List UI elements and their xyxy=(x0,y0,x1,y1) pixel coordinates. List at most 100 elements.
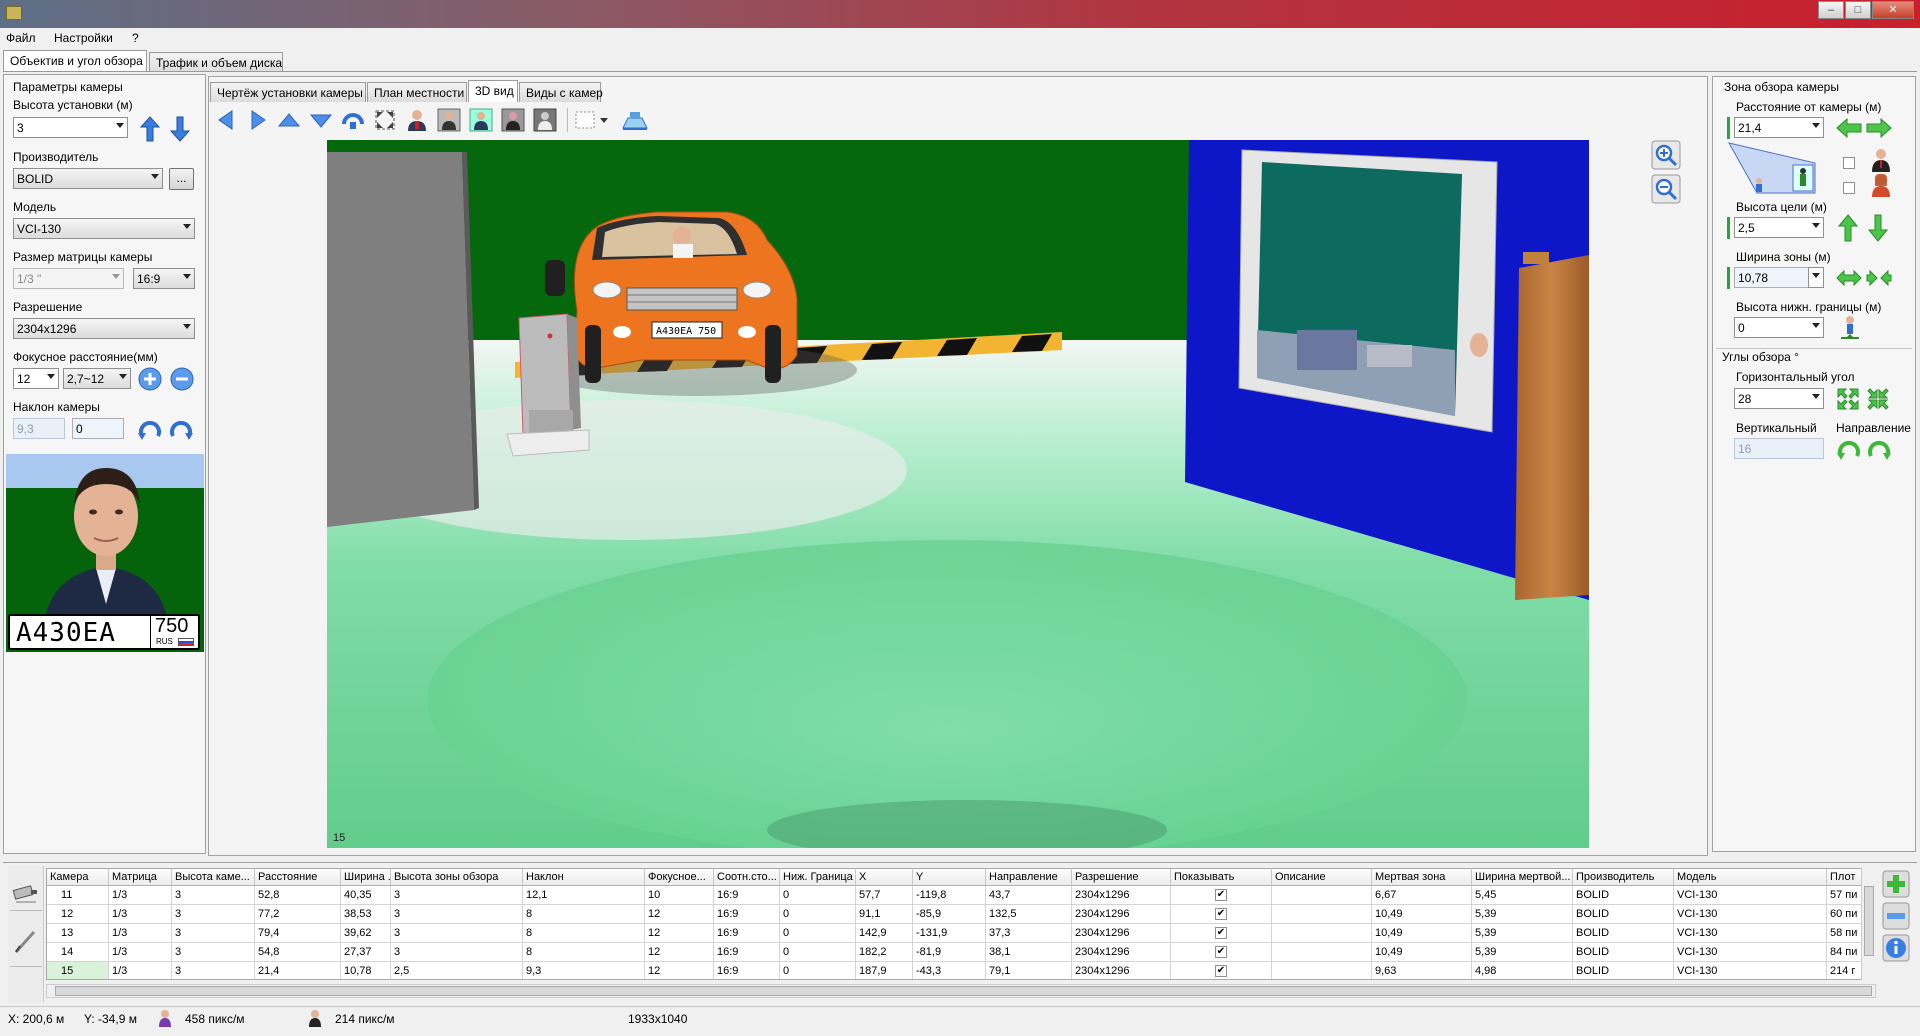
table-cell[interactable]: 10,49 xyxy=(1372,905,1472,924)
table-cell[interactable]: 91,1 xyxy=(856,905,913,924)
target-height-combo[interactable]: 2,5 xyxy=(1734,217,1824,238)
table-cell[interactable]: 187,9 xyxy=(856,962,913,979)
table-cell[interactable]: 0 xyxy=(780,905,856,924)
table-cell[interactable]: 3 xyxy=(172,886,255,905)
table-cell[interactable]: 40,35 xyxy=(341,886,391,905)
zone-width-dropdown[interactable] xyxy=(1808,267,1824,288)
table-cell[interactable]: 2304x1296 xyxy=(1072,943,1171,962)
table-cell[interactable]: 12 xyxy=(645,962,714,979)
table-cell[interactable]: 5,39 xyxy=(1472,905,1573,924)
table-header-cell[interactable]: Направление xyxy=(986,869,1072,886)
table-cell[interactable]: 2304x1296 xyxy=(1072,962,1171,979)
table-cell[interactable]: 3 xyxy=(172,924,255,943)
table-cell[interactable]: 38,53 xyxy=(341,905,391,924)
woman-icon[interactable] xyxy=(1870,173,1892,197)
tab-3d-view[interactable]: 3D вид xyxy=(468,80,518,102)
frame-dropdown-icon[interactable] xyxy=(574,108,610,132)
menu-help[interactable]: ? xyxy=(132,31,139,45)
table-cell[interactable]: 1/3 xyxy=(109,924,172,943)
table-cell[interactable]: 2304x1296 xyxy=(1072,905,1171,924)
table-cell[interactable]: 13 xyxy=(47,924,109,943)
tilt-offset-field[interactable]: 0 xyxy=(72,418,124,439)
zoom-out-circle-icon[interactable] xyxy=(170,367,194,391)
table-header-cell[interactable]: Разрешение xyxy=(1072,869,1171,886)
focal-combo[interactable]: 12 xyxy=(13,368,59,389)
vertical-field[interactable]: 16 xyxy=(1734,438,1824,459)
table-cell[interactable]: 9,63 xyxy=(1372,962,1472,979)
shrink-angle-icon[interactable] xyxy=(1866,387,1890,411)
menu-settings[interactable]: Настройки xyxy=(54,31,113,45)
table-header-cell[interactable]: Модель xyxy=(1674,869,1827,886)
vendor-more-button[interactable]: ... xyxy=(169,168,194,190)
table-cell[interactable]: 1/3 xyxy=(109,962,172,979)
table-cell[interactable]: 2304x1296 xyxy=(1072,886,1171,905)
tab-traffic-disk[interactable]: Трафик и объем диска xyxy=(149,52,283,72)
table-cell[interactable]: 8 xyxy=(523,924,645,943)
person-frame-icon[interactable] xyxy=(437,108,461,132)
table-cell[interactable]: 12,1 xyxy=(523,886,645,905)
table-cell[interactable]: 12 xyxy=(645,905,714,924)
table-cell[interactable]: 52,8 xyxy=(255,886,341,905)
show-checkbox[interactable]: ✔ xyxy=(1171,886,1272,905)
table-vscrollbar[interactable] xyxy=(1861,868,1876,980)
table-cell[interactable]: 10 xyxy=(645,886,714,905)
man-icon[interactable] xyxy=(1870,148,1892,172)
table-cell[interactable]: -43,3 xyxy=(913,962,986,979)
table-row[interactable]: 14 1/3 3 54,8 27,37 3 8 12 16:9 0 182,2 -81,9 38,1 23… xyxy=(47,943,1867,962)
horizontal-combo[interactable]: 28 xyxy=(1734,388,1824,409)
rotate-left-icon[interactable] xyxy=(137,416,163,442)
table-cell[interactable]: BOLID xyxy=(1573,924,1674,943)
table-cell[interactable]: 3 xyxy=(391,924,523,943)
table-cell[interactable]: 37,3 xyxy=(986,924,1072,943)
person-view-icon[interactable] xyxy=(405,108,429,132)
table-header-cell[interactable]: Мертвая зона xyxy=(1372,869,1472,886)
table-cell[interactable]: VCI-130 xyxy=(1674,886,1827,905)
table-cell[interactable]: VCI-130 xyxy=(1674,943,1827,962)
zoom-out-icon[interactable] xyxy=(1651,174,1681,204)
table-cell[interactable] xyxy=(1272,962,1372,979)
table-cell[interactable]: 132,5 xyxy=(986,905,1072,924)
expand-width-icon[interactable] xyxy=(1836,268,1862,288)
table-cell[interactable]: 38,1 xyxy=(986,943,1072,962)
matrix-combo[interactable]: 1/3 " xyxy=(13,268,124,289)
table-cell[interactable]: 0 xyxy=(780,943,856,962)
table-cell[interactable]: 3 xyxy=(391,905,523,924)
person-side-icon[interactable] xyxy=(501,108,525,132)
table-cell[interactable]: 12 xyxy=(47,905,109,924)
table-hscroll-thumb[interactable] xyxy=(55,986,1872,996)
pan-right-icon[interactable] xyxy=(246,108,270,132)
tilt-field[interactable]: 9,3 xyxy=(13,418,65,439)
table-cell[interactable]: 8 xyxy=(523,905,645,924)
table-cell[interactable] xyxy=(1272,943,1372,962)
table-cell[interactable]: VCI-130 xyxy=(1674,962,1827,979)
table-cell[interactable]: 3 xyxy=(391,943,523,962)
table-cell[interactable]: VCI-130 xyxy=(1674,924,1827,943)
table-cell[interactable]: 5,39 xyxy=(1472,924,1573,943)
tab-camera-views[interactable]: Виды с камер xyxy=(519,82,603,102)
table-header-cell[interactable]: Ширина ... xyxy=(341,869,391,886)
aspect-combo[interactable]: 16:9 xyxy=(133,268,195,289)
table-cell[interactable]: 11 xyxy=(47,886,109,905)
arrow-right-green-icon[interactable] xyxy=(1866,118,1892,138)
tab-installation-drawing[interactable]: Чертёж установки камеры xyxy=(210,82,366,102)
shrink-width-icon[interactable] xyxy=(1866,268,1892,288)
table-cell[interactable]: -119,8 xyxy=(913,886,986,905)
height-combo[interactable]: 3 xyxy=(13,117,128,138)
maximize-button[interactable]: □ xyxy=(1845,1,1871,19)
table-header-cell[interactable]: Расстояние xyxy=(255,869,341,886)
arrow-up-green-icon[interactable] xyxy=(1838,214,1858,242)
table-cell[interactable]: 3 xyxy=(172,943,255,962)
add-camera-icon[interactable] xyxy=(1882,870,1910,898)
pan-up-icon[interactable] xyxy=(277,108,301,132)
zone-width-field[interactable]: 10,78 xyxy=(1734,267,1809,288)
table-cell[interactable] xyxy=(1272,905,1372,924)
table-cell[interactable]: 16:9 xyxy=(714,943,780,962)
remove-camera-icon[interactable] xyxy=(1882,902,1910,930)
lower-bound-person-icon[interactable] xyxy=(1840,315,1860,341)
table-vscroll-thumb[interactable] xyxy=(1864,886,1874,956)
table-cell[interactable]: 16:9 xyxy=(714,905,780,924)
info-icon[interactable] xyxy=(1882,934,1910,962)
model-combo[interactable]: VCI-130 xyxy=(13,218,195,239)
table-cell[interactable]: 2,5 xyxy=(391,962,523,979)
show-checkbox[interactable]: ✔ xyxy=(1171,943,1272,962)
